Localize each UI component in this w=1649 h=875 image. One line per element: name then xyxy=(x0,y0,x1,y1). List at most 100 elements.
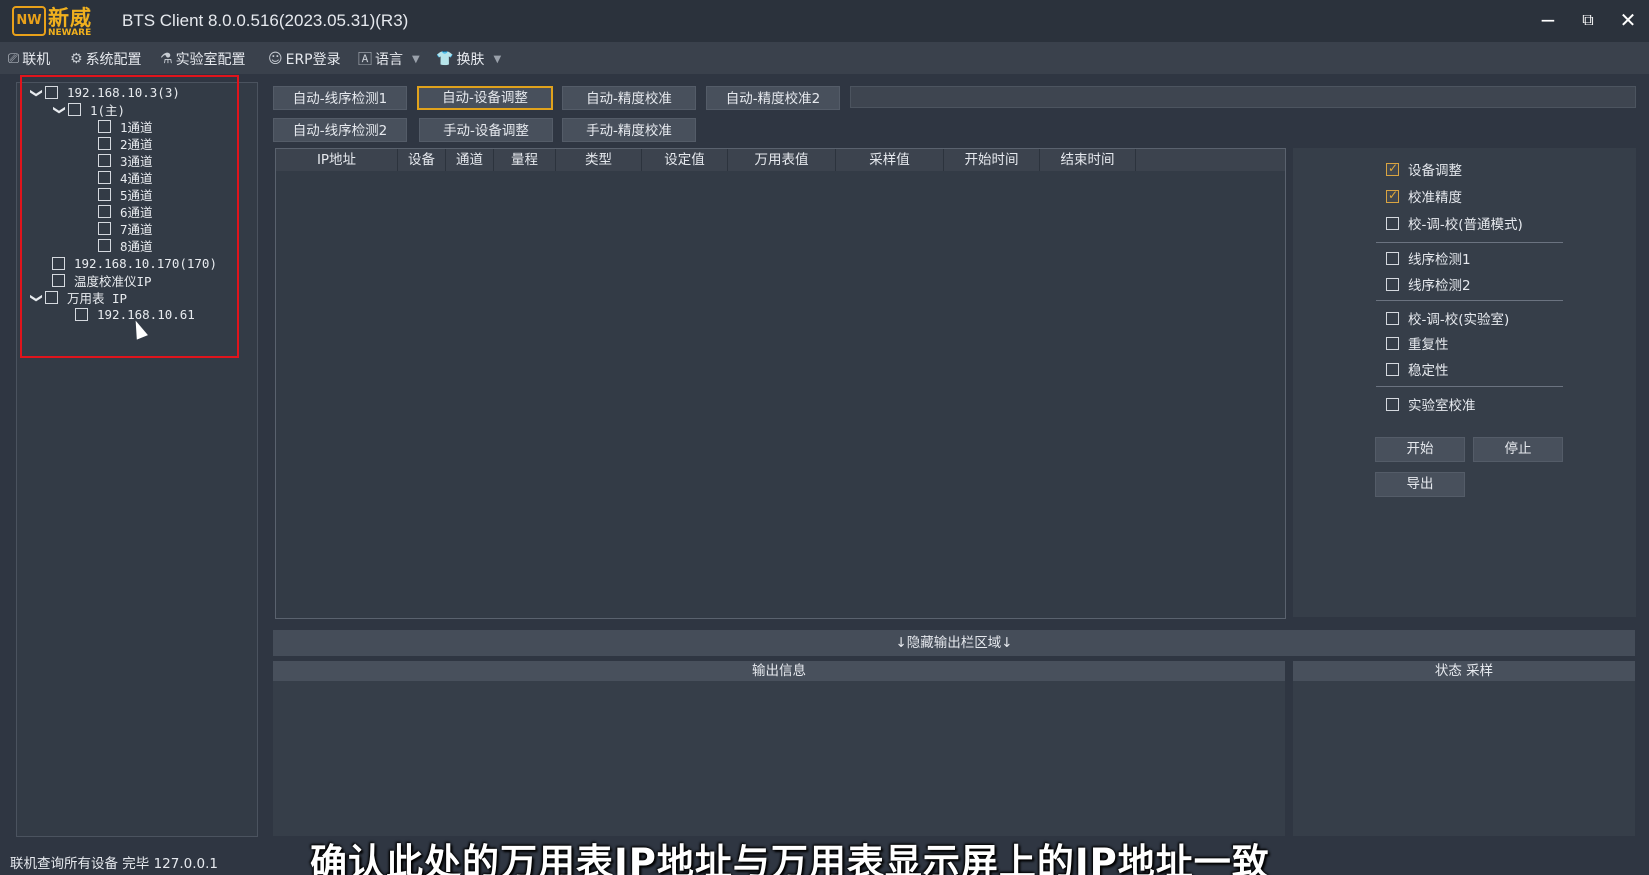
checkbox[interactable] xyxy=(1386,336,1399,350)
tab-auto-precision-calibration-2[interactable]: 自动-精度校准2 xyxy=(706,86,840,110)
option-lab-calibration[interactable]: 实验室校准 xyxy=(1386,395,1476,414)
stop-button[interactable]: 停止 xyxy=(1473,437,1563,462)
tree-checkbox[interactable] xyxy=(52,274,65,287)
status-sample-panel: 状态 采样 xyxy=(1293,661,1635,836)
checkbox[interactable] xyxy=(1386,311,1399,325)
language-icon: 🄰 xyxy=(358,52,372,68)
export-button[interactable]: 导出 xyxy=(1375,472,1465,497)
tree-node-label: 192.168.10.3(3) xyxy=(67,85,180,100)
tab-bar-filler xyxy=(850,86,1636,108)
menu-language[interactable]: 🄰 语言 ▼ xyxy=(358,48,420,70)
menu-lab-config[interactable]: ⚗ 实验室配置 xyxy=(160,48,246,70)
tree-checkbox[interactable] xyxy=(98,120,111,133)
tree-checkbox[interactable] xyxy=(98,188,111,201)
separator xyxy=(1376,300,1563,301)
restore-button[interactable]: ⧉ xyxy=(1572,6,1604,34)
menu-label: 联机 xyxy=(22,52,51,68)
gear-icon: ⚙ xyxy=(70,51,83,67)
tree-node-channel-1[interactable]: 1通道 xyxy=(98,118,153,135)
menu-system-config[interactable]: ⚙ 系统配置 xyxy=(70,48,142,70)
tree-node-channel-3[interactable]: 3通道 xyxy=(98,152,153,169)
chevron-down-icon[interactable]: ❯ xyxy=(30,290,44,306)
minimize-button[interactable]: − xyxy=(1532,6,1564,34)
tree-node-channel-4[interactable]: 4通道 xyxy=(98,169,153,186)
tab-auto-device-adjust[interactable]: 自动-设备调整 xyxy=(417,86,553,110)
separator xyxy=(1376,386,1563,387)
option-wiring-check-1[interactable]: 线序检测1 xyxy=(1386,249,1471,268)
option-wiring-check-2[interactable]: 线序检测2 xyxy=(1386,275,1471,294)
tree-checkbox[interactable] xyxy=(75,308,88,321)
tree-checkbox[interactable] xyxy=(98,239,111,252)
tree-node-multimeter[interactable]: ❯ 万用表 IP xyxy=(29,289,127,306)
tree-checkbox[interactable] xyxy=(98,222,111,235)
tree-checkbox[interactable] xyxy=(52,257,65,270)
column-header-end-time[interactable]: 结束时间 xyxy=(1040,149,1136,171)
checkbox-checked[interactable] xyxy=(1386,161,1399,176)
option-stability[interactable]: 稳定性 xyxy=(1386,360,1449,379)
checkbox[interactable] xyxy=(1386,277,1399,291)
option-device-adjust[interactable]: 设备调整 xyxy=(1386,160,1462,179)
user-icon: ☺ xyxy=(268,51,283,67)
tab-auto-precision-calibration[interactable]: 自动-精度校准 xyxy=(562,86,696,110)
column-header-sample-value[interactable]: 采样值 xyxy=(836,149,944,171)
chevron-down-icon: ▼ xyxy=(412,53,420,65)
start-button[interactable]: 开始 xyxy=(1375,437,1465,462)
menu-erp-login[interactable]: ☺ ERP登录 xyxy=(268,48,341,70)
column-header-range[interactable]: 量程 xyxy=(494,149,556,171)
tab-auto-wiring-check-1[interactable]: 自动-线序检测1 xyxy=(273,86,407,110)
column-header-channel[interactable]: 通道 xyxy=(446,149,494,171)
chevron-down-icon[interactable]: ❯ xyxy=(30,85,44,101)
tree-checkbox[interactable] xyxy=(98,154,111,167)
menu-skin[interactable]: 👕 换肤 ▼ xyxy=(436,48,501,70)
tree-node-temp-calibrator[interactable]: 温度校准仪IP xyxy=(52,272,152,289)
tree-node-channel-6[interactable]: 6通道 xyxy=(98,203,153,220)
column-header-type[interactable]: 类型 xyxy=(556,149,642,171)
checkbox[interactable] xyxy=(1386,397,1399,411)
option-calib-adjust-calib-normal[interactable]: 校-调-校(普通模式) xyxy=(1386,214,1523,233)
tab-manual-device-adjust[interactable]: 手动-设备调整 xyxy=(419,118,553,142)
tree-checkbox[interactable] xyxy=(98,171,111,184)
column-header-ip[interactable]: IP地址 xyxy=(276,149,398,171)
separator xyxy=(1376,242,1563,243)
checkbox[interactable] xyxy=(1386,362,1399,376)
tree-checkbox[interactable] xyxy=(45,291,58,304)
menu-label: ERP登录 xyxy=(285,52,341,68)
tree-node-channel-7[interactable]: 7通道 xyxy=(98,220,153,237)
tab-manual-precision-calibration[interactable]: 手动-精度校准 xyxy=(562,118,696,142)
tree-checkbox[interactable] xyxy=(98,137,111,150)
table-header: IP地址 设备 通道 量程 类型 设定值 万用表值 采样值 开始时间 结束时间 xyxy=(276,149,1285,171)
option-calib-adjust-calib-lab[interactable]: 校-调-校(实验室) xyxy=(1386,309,1510,328)
tab-auto-wiring-check-2[interactable]: 自动-线序检测2 xyxy=(273,118,407,142)
column-header-start-time[interactable]: 开始时间 xyxy=(944,149,1040,171)
window-title: BTS Client 8.0.0.516(2023.05.31)(R3) xyxy=(122,11,409,30)
tree-node-device-3[interactable]: ❯ 192.168.10.3(3) xyxy=(29,84,180,101)
tree-node-unit-main[interactable]: ❯ 1(主) xyxy=(52,101,125,118)
tree-node-channel-5[interactable]: 5通道 xyxy=(98,186,153,203)
menu-connect[interactable]: ⎚ 联机 xyxy=(8,48,50,70)
chevron-down-icon[interactable]: ❯ xyxy=(53,102,67,118)
tree-node-label: 192.168.10.170(170) xyxy=(74,256,217,271)
tree-checkbox[interactable] xyxy=(98,205,111,218)
option-label: 校-调-校(实验室) xyxy=(1408,312,1510,328)
column-header-device[interactable]: 设备 xyxy=(398,149,446,171)
menu-label: 换肤 xyxy=(456,52,485,68)
tree-node-channel-2[interactable]: 2通道 xyxy=(98,135,153,152)
checkbox-checked[interactable] xyxy=(1386,188,1399,203)
tree-node-channel-8[interactable]: 8通道 xyxy=(98,237,153,254)
column-header-set-value[interactable]: 设定值 xyxy=(642,149,728,171)
tree-checkbox[interactable] xyxy=(68,103,81,116)
result-table[interactable]: IP地址 设备 通道 量程 类型 设定值 万用表值 采样值 开始时间 结束时间 xyxy=(275,148,1286,619)
checkbox[interactable] xyxy=(1386,251,1399,265)
column-header-multimeter-value[interactable]: 万用表值 xyxy=(728,149,836,171)
hide-output-toggle[interactable]: ↓隐藏输出栏区域↓ xyxy=(273,630,1635,656)
option-label: 重复性 xyxy=(1408,337,1449,353)
tree-checkbox[interactable] xyxy=(45,86,58,99)
menu-bar: ⎚ 联机 ⚙ 系统配置 ⚗ 实验室配置 ☺ ERP登录 🄰 语言 ▼ 👕 换肤 … xyxy=(0,42,1649,74)
option-calibration-precision[interactable]: 校准精度 xyxy=(1386,187,1462,206)
tree-node-device-170[interactable]: 192.168.10.170(170) xyxy=(52,255,217,272)
tree-node-label: 万用表 IP xyxy=(67,291,128,306)
checkbox[interactable] xyxy=(1386,216,1399,230)
logo-mark-icon: NW xyxy=(12,6,46,36)
option-repeatability[interactable]: 重复性 xyxy=(1386,334,1449,353)
close-button[interactable]: ✕ xyxy=(1612,6,1644,34)
